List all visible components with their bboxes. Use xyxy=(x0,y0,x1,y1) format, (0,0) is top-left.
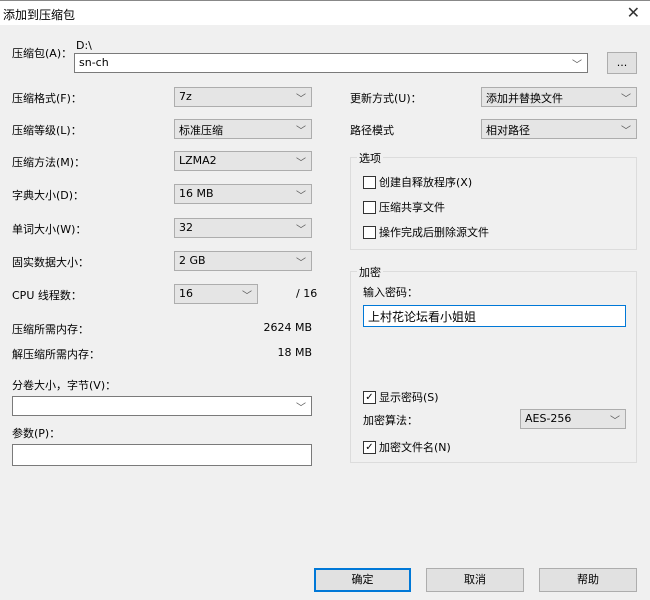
checkbox-box xyxy=(363,200,376,214)
show-password-checkbox[interactable]: ✓ 显示密码(S) xyxy=(363,389,439,405)
solid-label: 固实数据大小： xyxy=(12,256,89,269)
password-label: 输入密码： xyxy=(363,286,418,299)
encryption-group: 加密 输入密码： 上村花论坛看小姐姐 ✓ 显示密码(S) 加密算法： AES-25… xyxy=(350,264,637,463)
browse-button[interactable]: ... xyxy=(607,52,637,74)
checkbox-label: 操作完成后删除源文件 xyxy=(379,226,489,239)
close-icon[interactable]: ✕ xyxy=(627,3,640,22)
dict-combo[interactable]: 16 MB ﹀ xyxy=(174,184,312,204)
encryption-title: 加密 xyxy=(357,264,383,280)
options-title: 选项 xyxy=(357,150,383,166)
chevron-down-icon: ﹀ xyxy=(610,416,620,427)
update-value: 添加并替换文件 xyxy=(486,92,563,105)
format-value: 7z xyxy=(179,90,192,103)
pathmode-value: 相对路径 xyxy=(486,124,530,137)
method-value: LZMA2 xyxy=(179,154,217,167)
checkbox-label: 创建自释放程序(X) xyxy=(379,176,473,189)
volume-label: 分卷大小，字节(V)： xyxy=(12,379,117,392)
delete-after-checkbox[interactable]: 操作完成后删除源文件 xyxy=(363,224,489,240)
chevron-down-icon: ﹀ xyxy=(621,126,631,137)
mem-comp-value: 2624 MB xyxy=(263,321,312,334)
chevron-down-icon: ﹀ xyxy=(296,94,306,105)
method-label: 压缩方法(M)： xyxy=(12,156,86,169)
cpu-combo[interactable]: 16 ﹀ xyxy=(174,284,258,304)
level-label: 压缩等级(L)： xyxy=(12,124,82,137)
sfx-checkbox[interactable]: 创建自释放程序(X) xyxy=(363,174,472,190)
format-combo[interactable]: 7z ﹀ xyxy=(174,87,312,107)
encrypt-names-checkbox[interactable]: ✓ 加密文件名(N) xyxy=(363,439,451,455)
title-bar: 添加到压缩包 ✕ xyxy=(0,1,650,25)
cpu-max: / 16 xyxy=(296,287,318,300)
help-button[interactable]: 帮助 xyxy=(539,568,637,592)
chevron-down-icon: ﹀ xyxy=(242,291,252,302)
word-label: 单词大小(W)： xyxy=(12,223,87,236)
update-combo[interactable]: 添加并替换文件 ﹀ xyxy=(481,87,637,107)
mem-comp-label: 压缩所需内存： xyxy=(12,323,89,336)
cancel-button[interactable]: 取消 xyxy=(426,568,524,592)
chevron-down-icon: ﹀ xyxy=(296,126,306,137)
checkbox-label: 加密文件名(N) xyxy=(379,441,451,454)
shared-files-checkbox[interactable]: 压缩共享文件 xyxy=(363,199,445,215)
window-title: 添加到压缩包 xyxy=(3,8,76,22)
checkbox-box xyxy=(363,175,376,189)
archive-path: D:\ xyxy=(76,39,92,52)
checkbox-box xyxy=(363,225,376,239)
cpu-label: CPU 线程数： xyxy=(12,289,82,302)
mem-decomp-value: 18 MB xyxy=(277,346,312,359)
chevron-down-icon: ﹀ xyxy=(296,158,306,169)
archive-name-value: sn-ch xyxy=(79,56,109,69)
chevron-down-icon: ﹀ xyxy=(621,94,631,105)
enc-method-label: 加密算法： xyxy=(363,414,418,427)
checkbox-label: 压缩共享文件 xyxy=(379,201,445,214)
password-input[interactable]: 上村花论坛看小姐姐 xyxy=(363,305,626,327)
ok-button[interactable]: 确定 xyxy=(314,568,411,592)
dict-value: 16 MB xyxy=(179,187,214,200)
chevron-down-icon: ﹀ xyxy=(296,258,306,269)
pathmode-label: 路径模式 xyxy=(350,124,394,137)
options-group: 选项 创建自释放程序(X) 压缩共享文件 操作完成后删除源文件 xyxy=(350,150,637,250)
params-input[interactable] xyxy=(12,444,312,466)
pathmode-combo[interactable]: 相对路径 ﹀ xyxy=(481,119,637,139)
chevron-down-icon: ﹀ xyxy=(296,225,306,236)
chevron-down-icon: ﹀ xyxy=(572,60,582,71)
mem-decomp-label: 解压缩所需内存： xyxy=(12,348,100,361)
enc-method-combo[interactable]: AES-256 ﹀ xyxy=(520,409,626,429)
volume-combo[interactable]: ﹀ xyxy=(12,396,312,416)
chevron-down-icon: ﹀ xyxy=(296,191,306,202)
check-icon: ✓ xyxy=(363,390,376,404)
method-combo[interactable]: LZMA2 ﹀ xyxy=(174,151,312,171)
format-label: 压缩格式(F)： xyxy=(12,92,82,105)
solid-combo[interactable]: 2 GB ﹀ xyxy=(174,251,312,271)
chevron-down-icon: ﹀ xyxy=(296,403,306,414)
solid-value: 2 GB xyxy=(179,254,206,267)
update-label: 更新方式(U)： xyxy=(350,92,422,105)
word-combo[interactable]: 32 ﹀ xyxy=(174,218,312,238)
archive-label: 压缩包(A)： xyxy=(12,47,73,60)
checkbox-label: 显示密码(S) xyxy=(379,391,439,404)
check-icon: ✓ xyxy=(363,440,376,454)
archive-name-combo[interactable]: sn-ch ﹀ xyxy=(74,53,588,73)
word-value: 32 xyxy=(179,221,193,234)
dict-label: 字典大小(D)： xyxy=(12,189,85,202)
cpu-value: 16 xyxy=(179,287,193,300)
params-label: 参数(P)： xyxy=(12,427,61,440)
level-combo[interactable]: 标准压缩 ﹀ xyxy=(174,119,312,139)
enc-method-value: AES-256 xyxy=(525,412,572,425)
level-value: 标准压缩 xyxy=(179,124,223,137)
